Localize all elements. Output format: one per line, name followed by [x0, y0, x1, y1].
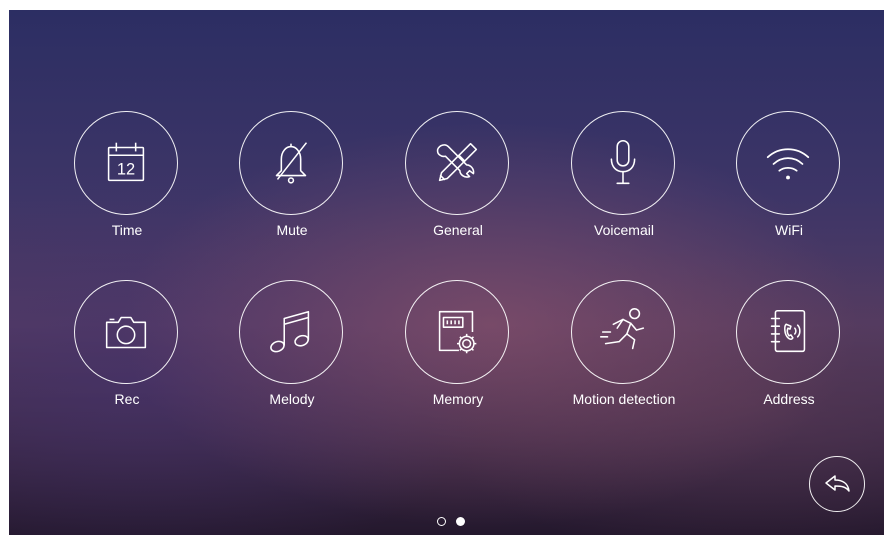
menu-item-address[interactable]: Address	[719, 280, 859, 420]
menu-item-time[interactable]: 12 Time	[57, 111, 197, 251]
menu-item-voicemail[interactable]: Voicemail	[554, 111, 694, 251]
address-label: Address	[763, 391, 815, 407]
motion-detection-button[interactable]	[571, 280, 675, 384]
settings-menu-grid: 12 Time Mute General Voicemail WiFi Rec …	[9, 10, 884, 535]
wifi-label: WiFi	[775, 222, 803, 238]
menu-item-general[interactable]: General	[388, 111, 528, 251]
mute-button[interactable]	[239, 111, 343, 215]
menu-item-wifi[interactable]: WiFi	[719, 111, 859, 251]
calendar-day-number: 12	[117, 161, 135, 179]
bell-muted-icon	[275, 142, 308, 184]
rec-button[interactable]	[74, 280, 178, 384]
motion-detection-label: Motion detection	[572, 391, 676, 407]
microphone-icon	[610, 139, 636, 185]
wifi-button[interactable]	[736, 111, 840, 215]
wifi-icon	[766, 148, 810, 180]
back-button[interactable]	[809, 456, 865, 512]
voicemail-label: Voicemail	[594, 222, 654, 238]
back-arrow-icon	[825, 475, 850, 492]
voicemail-button[interactable]	[571, 111, 675, 215]
sd-card-settings-icon	[438, 310, 477, 354]
general-button[interactable]	[405, 111, 509, 215]
running-person-icon	[599, 308, 645, 350]
melody-button[interactable]	[239, 280, 343, 384]
page-dot-2-active[interactable]	[455, 517, 465, 526]
time-button[interactable]: 12	[74, 111, 178, 215]
menu-item-motion-detection[interactable]: Motion detection	[554, 280, 694, 420]
page-indicator	[9, 517, 884, 526]
menu-item-rec[interactable]: Rec	[57, 280, 197, 420]
memory-label: Memory	[432, 391, 484, 407]
time-label: Time	[111, 222, 143, 238]
rec-label: Rec	[114, 391, 140, 407]
general-label: General	[433, 222, 483, 238]
tools-icon	[436, 142, 478, 182]
melody-label: Melody	[269, 391, 315, 407]
camera-icon	[105, 316, 147, 349]
menu-item-memory[interactable]: Memory	[388, 280, 528, 420]
page-dot-1[interactable]	[436, 517, 446, 526]
calendar-icon: 12	[107, 142, 145, 182]
mute-label: Mute	[276, 222, 308, 238]
menu-item-mute[interactable]: Mute	[222, 111, 362, 251]
memory-button[interactable]	[405, 280, 509, 384]
music-note-icon	[270, 310, 310, 353]
settings-screen: 12 Time Mute General Voicemail WiFi Rec …	[9, 10, 884, 535]
address-button[interactable]	[736, 280, 840, 384]
menu-item-melody[interactable]: Melody	[222, 280, 362, 420]
address-book-icon	[770, 309, 806, 353]
